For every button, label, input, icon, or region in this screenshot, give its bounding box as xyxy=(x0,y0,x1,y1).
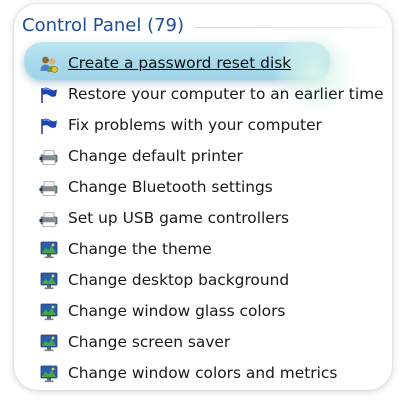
result-item-window-colors-metrics[interactable]: Change window colors and metrics xyxy=(14,358,392,389)
result-label: Change window colors and metrics xyxy=(68,363,338,382)
monitor-icon xyxy=(38,239,60,261)
result-label: Change the theme xyxy=(68,239,212,258)
monitor-icon xyxy=(38,332,60,354)
result-label: Change desktop background xyxy=(68,270,290,289)
search-results-panel: Control Panel (79) Create a password res… xyxy=(14,4,392,390)
monitor-icon xyxy=(38,270,60,292)
result-label: Change Bluetooth settings xyxy=(68,177,273,196)
result-item-change-default-printer[interactable]: Change default printer xyxy=(14,141,392,172)
flag-icon xyxy=(38,115,60,137)
result-item-create-password-reset-disk[interactable]: Create a password reset disk xyxy=(14,30,392,114)
result-label: Create a password reset disk xyxy=(68,53,292,72)
result-label: Fix problems with your computer xyxy=(68,115,322,134)
result-label: Change screen saver xyxy=(68,332,231,351)
result-label: Set up USB game controllers xyxy=(68,208,290,227)
monitor-icon xyxy=(38,301,60,323)
users-icon xyxy=(38,53,60,75)
result-label: Change default printer xyxy=(68,146,243,165)
printer-icon xyxy=(38,146,60,168)
result-item-screen-saver[interactable]: Change screen saver xyxy=(14,327,392,358)
results-list: Create a password reset disk Restore you… xyxy=(14,30,392,389)
result-item-restore-computer[interactable]: Restore your computer to an earlier time xyxy=(14,79,392,110)
result-item-desktop-background[interactable]: Change desktop background xyxy=(14,265,392,296)
header-divider xyxy=(194,26,386,28)
monitor-icon xyxy=(38,363,60,385)
flag-icon xyxy=(38,84,60,106)
result-label: Change window glass colors xyxy=(68,301,286,320)
printer-icon xyxy=(38,177,60,199)
result-item-usb-game-controllers[interactable]: Set up USB game controllers xyxy=(14,203,392,234)
result-item-change-theme[interactable]: Change the theme xyxy=(14,234,392,265)
result-label: Restore your computer to an earlier time xyxy=(68,84,384,103)
result-item-fix-problems[interactable]: Fix problems with your computer xyxy=(14,110,392,141)
printer-icon xyxy=(38,208,60,230)
result-item-bluetooth-settings[interactable]: Change Bluetooth settings xyxy=(14,172,392,203)
result-item-window-glass-colors[interactable]: Change window glass colors xyxy=(14,296,392,327)
group-title: Control Panel (79) xyxy=(22,14,185,36)
